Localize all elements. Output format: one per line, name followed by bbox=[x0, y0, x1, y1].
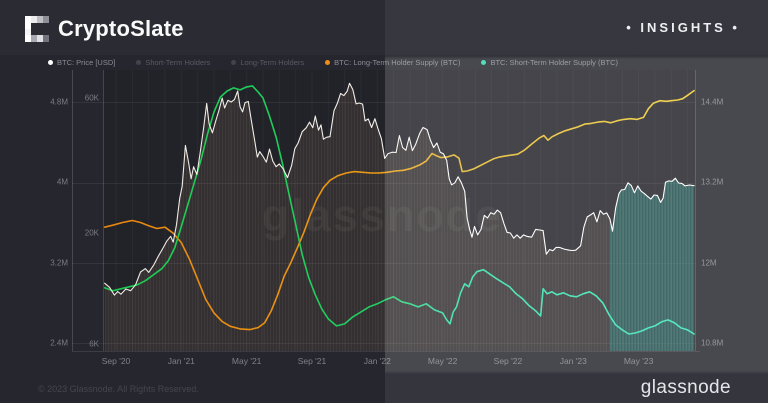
legend-dot-icon bbox=[325, 60, 330, 65]
legend-label: BTC: Price [USD] bbox=[57, 58, 115, 67]
cryptoslate-brand[interactable]: CryptoSlate bbox=[25, 16, 184, 42]
legend-label: Short-Term Holders bbox=[145, 58, 210, 67]
legend-item[interactable]: Short-Term Holders bbox=[136, 58, 210, 67]
cryptoslate-logo-icon bbox=[25, 16, 49, 42]
legend-item[interactable]: BTC: Short-Term Holder Supply (BTC) bbox=[481, 58, 618, 67]
legend-dot-icon bbox=[48, 60, 53, 65]
copyright-text: © 2023 Glassnode. All Rights Reserved. bbox=[38, 384, 199, 394]
legend-dot-icon bbox=[136, 60, 141, 65]
brand-name: CryptoSlate bbox=[58, 16, 184, 42]
legend-label: BTC: Short-Term Holder Supply (BTC) bbox=[490, 58, 618, 67]
legend-item[interactable]: BTC: Price [USD] bbox=[48, 58, 115, 67]
insight-card: CryptoSlate • INSIGHTS • BTC: Price [USD… bbox=[0, 0, 768, 403]
chart-legend: BTC: Price [USD] Short-Term Holders Long-T… bbox=[48, 56, 618, 68]
insights-badge: • INSIGHTS • bbox=[626, 20, 740, 35]
legend-label: Long-Term Holders bbox=[240, 58, 304, 67]
legend-dot-icon bbox=[481, 60, 486, 65]
glassnode-wordmark: glassnode bbox=[641, 377, 731, 399]
legend-item[interactable]: BTC: Long-Term Holder Supply (BTC) bbox=[325, 58, 460, 67]
legend-label: BTC: Long-Term Holder Supply (BTC) bbox=[334, 58, 460, 67]
legend-dot-icon bbox=[231, 60, 236, 65]
legend-item[interactable]: Long-Term Holders bbox=[231, 58, 304, 67]
